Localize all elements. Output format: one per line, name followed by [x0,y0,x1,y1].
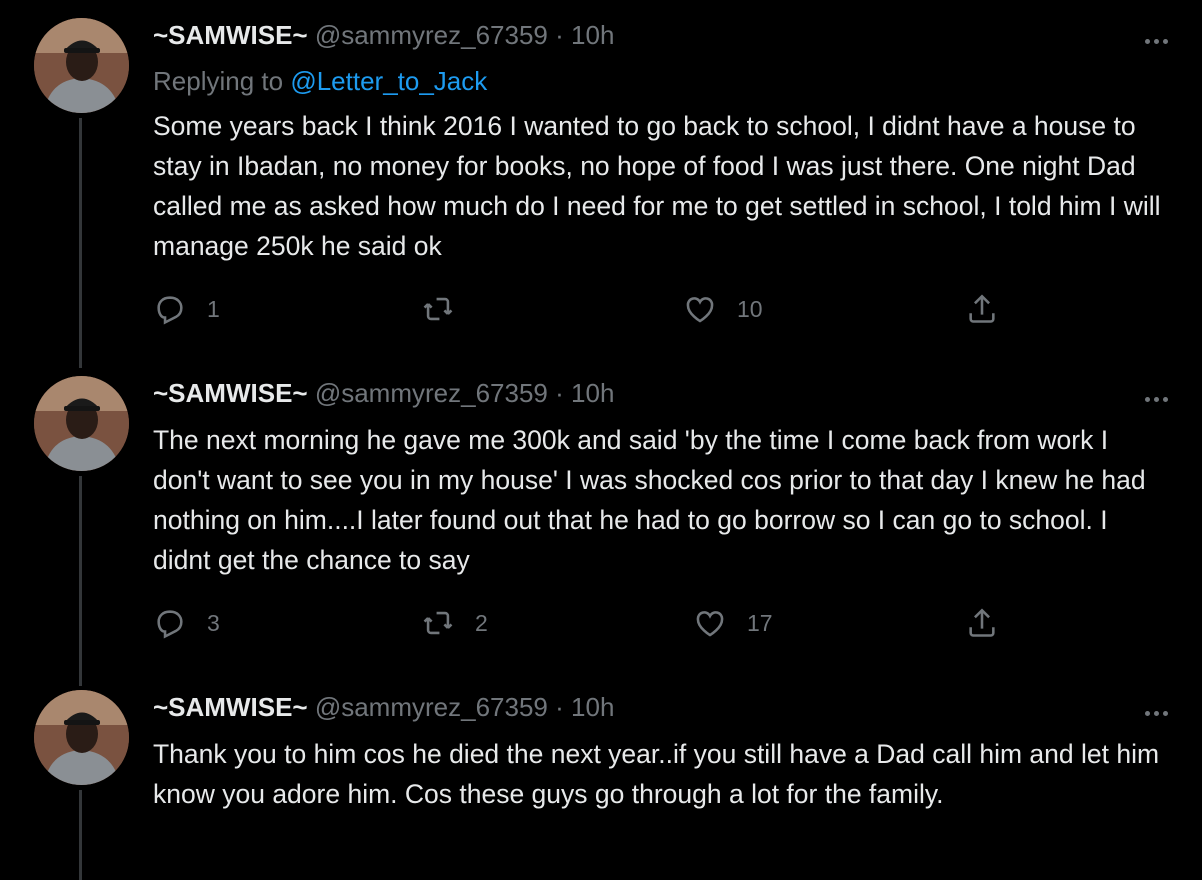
reply-button[interactable]: 1 [153,292,220,326]
user-handle[interactable]: @sammyrez_67359 [315,692,548,722]
like-button[interactable]: 17 [693,606,773,640]
user-handle[interactable]: @sammyrez_67359 [315,378,548,408]
tweet-header: ~SAMWISE~ @sammyrez_67359 · 10h [153,376,614,410]
timestamp[interactable]: 10h [571,378,614,408]
more-icon[interactable] [1143,20,1170,51]
retweet-count: 2 [475,609,488,636]
tweet[interactable]: ~SAMWISE~ @sammyrez_67359 · 10h Thank yo… [0,672,1202,880]
tweet-text: Some years back I think 2016 I wanted to… [153,111,1161,261]
thread-line [79,476,82,686]
share-icon [969,294,995,323]
timestamp[interactable]: 10h [571,20,614,50]
tweet-header: ~SAMWISE~ @sammyrez_67359 · 10h [153,18,614,52]
reply-count: 1 [207,295,220,322]
more-icon[interactable] [1143,692,1170,723]
reply-count: 3 [207,609,220,636]
reply-button[interactable]: 3 [153,606,220,640]
tweet-actions: 1 10 [153,292,1013,332]
display-name[interactable]: ~SAMWISE~ [153,692,308,722]
heart-icon [686,297,714,323]
tweet[interactable]: ~SAMWISE~ @sammyrez_67359 · 10h Replying… [0,0,1202,368]
tweet[interactable]: ~SAMWISE~ @sammyrez_67359 · 10h The next… [0,358,1202,686]
retweet-icon [423,297,453,321]
more-icon[interactable] [1143,378,1170,409]
tweet-actions: 3 2 17 [153,606,1013,646]
avatar[interactable] [34,376,129,471]
separator-dot: · [555,20,564,50]
replying-to: Replying to @Letter_to_Jack [153,64,487,98]
display-name[interactable]: ~SAMWISE~ [153,20,308,50]
like-button[interactable]: 10 [683,292,763,326]
timestamp[interactable]: 10h [571,692,614,722]
thread-line [79,790,82,880]
separator-dot: · [555,378,564,408]
tweet-text: The next morning he gave me 300k and sai… [153,425,1146,575]
avatar[interactable] [34,690,129,785]
tweet-text: Thank you to him cos he died the next ye… [153,739,1160,809]
retweet-button[interactable]: 2 [421,606,488,640]
tweet-header: ~SAMWISE~ @sammyrez_67359 · 10h [153,690,614,724]
like-count: 17 [747,609,773,636]
display-name[interactable]: ~SAMWISE~ [153,378,308,408]
avatar[interactable] [34,18,129,113]
share-button[interactable] [965,292,999,326]
share-button[interactable] [965,606,999,640]
reply-icon [157,610,183,639]
user-handle[interactable]: @sammyrez_67359 [315,20,548,50]
replying-to-link[interactable]: @Letter_to_Jack [290,66,487,96]
reply-icon [157,296,183,325]
like-count: 10 [737,295,763,322]
thread-line [79,118,82,368]
retweet-button[interactable] [421,292,475,326]
replying-prefix: Replying to [153,66,291,96]
retweet-icon [423,611,453,635]
heart-icon [696,611,724,637]
share-icon [969,608,995,637]
separator-dot: · [555,692,564,722]
